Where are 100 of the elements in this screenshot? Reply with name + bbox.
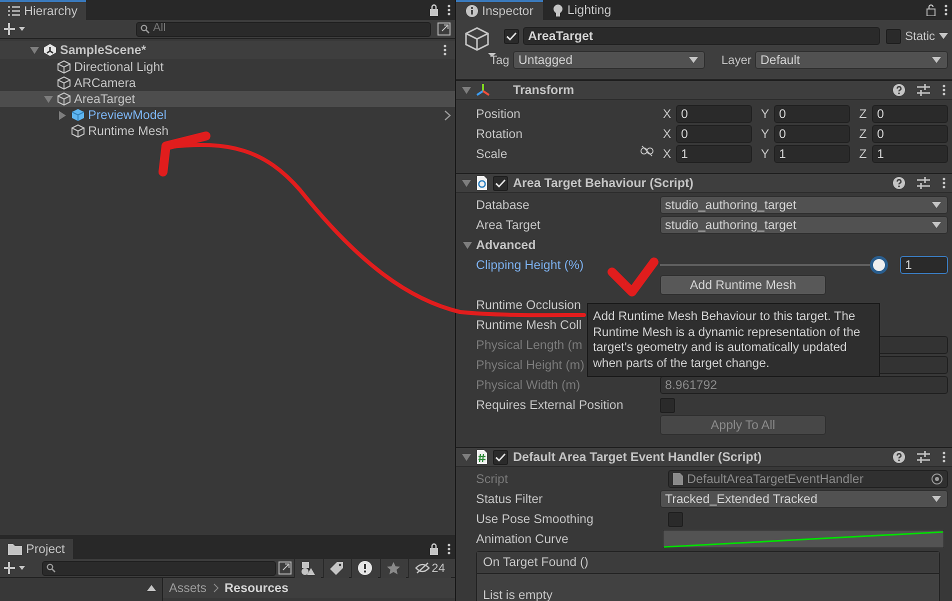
checkbox[interactable] <box>668 512 683 526</box>
expanded-arrow-icon[interactable] <box>462 178 471 188</box>
more-menu-icon[interactable] <box>447 543 451 555</box>
folder-icon <box>8 544 22 554</box>
tree-item[interactable]: AreaTarget <box>0 91 455 107</box>
settings-sliders-icon[interactable] <box>917 451 930 463</box>
number-field[interactable]: 1 <box>774 145 850 163</box>
number-field[interactable]: 0 <box>774 105 850 123</box>
search-field[interactable] <box>42 560 276 576</box>
foldout-label[interactable]: Advanced <box>476 236 536 254</box>
field-label: Runtime Occlusion <box>476 298 581 312</box>
component-enabled-checkbox[interactable] <box>493 450 508 464</box>
more-menu-icon[interactable] <box>942 84 946 96</box>
field-label: Area Target <box>476 218 540 232</box>
number-field[interactable]: 0 <box>872 105 948 123</box>
more-menu-icon[interactable] <box>944 4 948 16</box>
tag-dropdown[interactable]: Untagged <box>513 51 706 69</box>
static-dropdown-arrow-icon[interactable] <box>939 33 948 39</box>
help-icon[interactable] <box>893 451 905 463</box>
axis-label: X <box>662 126 672 143</box>
checkbox[interactable] <box>660 398 675 412</box>
expanded-arrow-icon[interactable] <box>462 86 471 94</box>
slider-thumb[interactable] <box>873 259 885 271</box>
dropdown[interactable]: studio_authoring_target <box>660 196 948 214</box>
search-field[interactable]: All <box>136 22 431 36</box>
console-errors-button[interactable] <box>350 558 378 578</box>
unlocked-icon[interactable] <box>926 4 936 16</box>
expanded-arrow-icon[interactable] <box>463 240 472 250</box>
lock-icon[interactable] <box>429 543 439 555</box>
component-header[interactable]: Area Target Behaviour (Script) <box>456 173 952 193</box>
collapsed-arrow-icon[interactable] <box>58 110 66 120</box>
project-tab[interactable]: Project <box>0 539 73 559</box>
tag-icon <box>330 562 343 574</box>
more-menu-icon[interactable] <box>447 4 451 16</box>
shapes-icon <box>300 562 315 574</box>
expanded-arrow-icon[interactable] <box>462 452 471 462</box>
unlinked-icon[interactable] <box>640 144 654 157</box>
lock-icon[interactable] <box>429 4 439 16</box>
dropdown[interactable]: Tracked_Extended Tracked <box>660 490 948 508</box>
tree-item[interactable]: Runtime Mesh <box>0 123 455 139</box>
breadcrumb-item[interactable]: Assets <box>169 578 207 598</box>
filter-by-type-button[interactable] <box>294 558 321 578</box>
help-icon[interactable] <box>893 177 905 189</box>
component-header[interactable]: Transform <box>456 80 952 100</box>
axis-label: Z <box>858 146 868 163</box>
inspector-tab[interactable]: Lighting <box>543 0 622 20</box>
curve-preview[interactable] <box>663 530 944 548</box>
tree-item[interactable]: ARCamera <box>0 75 455 91</box>
breadcrumb-item[interactable]: Resources <box>224 578 288 598</box>
favorites-button[interactable] <box>380 558 406 578</box>
number-field[interactable]: 0 <box>676 105 752 123</box>
chevron-right-icon[interactable] <box>444 110 451 120</box>
field-label: Physical Length (m <box>476 338 582 352</box>
static-checkbox[interactable] <box>886 28 901 44</box>
name-field[interactable]: AreaTarget <box>523 27 880 45</box>
field-label: Status Filter <box>476 492 543 506</box>
add-icon[interactable] <box>4 562 26 574</box>
layer-dropdown[interactable]: Default <box>755 51 948 69</box>
inspector-tab[interactable]: Inspector <box>456 0 544 20</box>
more-menu-icon[interactable] <box>942 451 946 463</box>
number-field[interactable]: 0 <box>774 125 850 143</box>
cube-icon <box>71 124 85 138</box>
number-field[interactable]: 1 <box>676 145 752 163</box>
expand-window-icon[interactable] <box>437 22 451 36</box>
expanded-arrow-icon[interactable] <box>30 46 38 54</box>
hierarchy-tab[interactable]: Hierarchy <box>0 0 86 20</box>
axis-label: Z <box>858 106 868 123</box>
active-checkbox[interactable] <box>504 28 519 44</box>
help-icon[interactable] <box>893 84 905 96</box>
check-icon <box>495 452 506 462</box>
component-header[interactable]: Default Area Target Event Handler (Script) <box>456 447 952 467</box>
more-menu-icon[interactable] <box>942 177 946 189</box>
tree-item[interactable]: SampleScene* <box>0 41 455 59</box>
action-button[interactable]: Add Runtime Mesh <box>660 275 826 295</box>
hidden-packages-button[interactable]: 24 <box>408 558 451 578</box>
more-menu-icon[interactable] <box>443 44 447 56</box>
number-field[interactable]: 0 <box>872 125 948 143</box>
settings-sliders-icon[interactable] <box>917 177 930 189</box>
filter-by-label-button[interactable] <box>322 558 349 578</box>
settings-sliders-icon[interactable] <box>917 84 930 96</box>
info-icon <box>466 5 478 17</box>
dropdown-arrow-icon <box>932 222 941 228</box>
axis-label: Z <box>858 126 868 143</box>
number-field[interactable]: 1 <box>872 145 948 163</box>
add-icon[interactable] <box>4 23 26 35</box>
field-label: Clipping Height (%) <box>476 258 584 272</box>
scroll-up-arrow-icon[interactable] <box>147 585 156 591</box>
expand-window-icon[interactable] <box>278 561 292 575</box>
field-label: Use Pose Smoothing <box>476 512 594 526</box>
event-header: On Target Found () <box>477 552 939 574</box>
dropdown[interactable]: studio_authoring_target <box>660 216 948 234</box>
tree-item[interactable]: Directional Light <box>0 59 455 75</box>
number-field[interactable]: 1 <box>900 256 948 274</box>
object-picker-icon[interactable] <box>931 473 943 485</box>
scene-icon <box>43 43 57 57</box>
tree-item[interactable]: PreviewModel <box>0 107 455 123</box>
breadcrumb-separator-icon <box>212 583 219 593</box>
component-enabled-checkbox[interactable] <box>493 176 508 190</box>
number-field[interactable]: 0 <box>676 125 752 143</box>
script-file-icon <box>673 473 683 485</box>
